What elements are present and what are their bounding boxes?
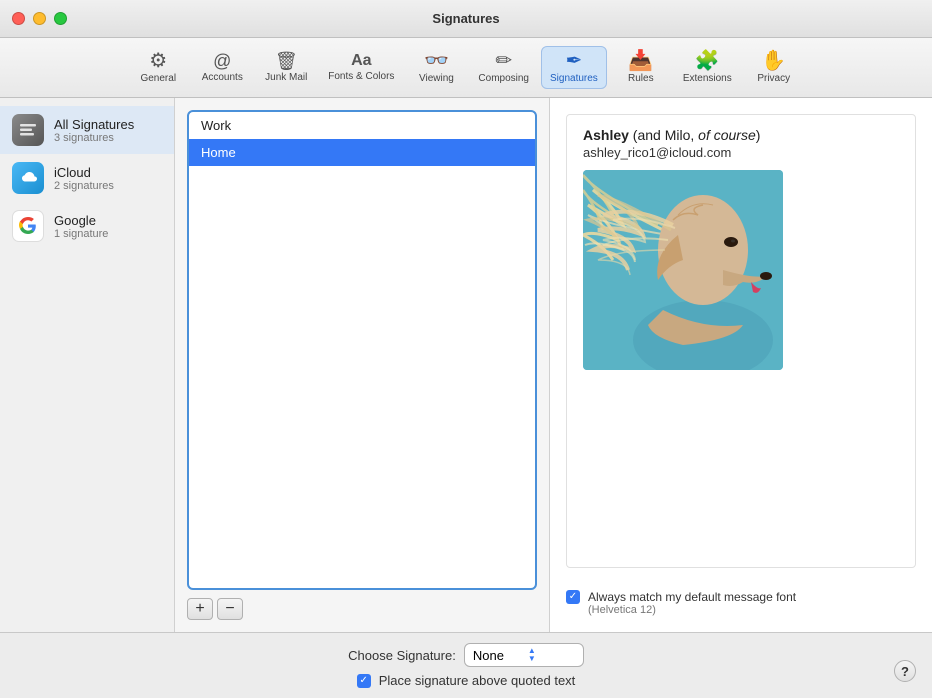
toolbar-composing[interactable]: ✏ Composing — [470, 47, 537, 88]
toolbar-general[interactable]: ⚙ General — [128, 47, 188, 88]
signature-preview: Ashley (and Milo, of course) ashley_rico… — [566, 114, 916, 568]
icloud-icon — [12, 162, 44, 194]
toolbar-junk-mail[interactable]: 🗑 Junk Mail — [256, 48, 316, 87]
icloud-text: iCloud 2 signatures — [54, 165, 114, 192]
rules-label: Rules — [628, 73, 654, 84]
window-buttons — [12, 12, 67, 25]
sidebar: All Signatures 3 signatures iCloud 2 sig… — [0, 98, 175, 632]
help-button[interactable]: ? — [894, 660, 916, 682]
choose-sig-select[interactable]: None ▲ ▼ — [464, 643, 584, 667]
toolbar-signatures[interactable]: ✒ Signatures — [541, 46, 607, 89]
place-sig-label: Place signature above quoted text — [379, 673, 576, 688]
title-bar: Signatures — [0, 0, 932, 38]
fonts-colors-label: Fonts & Colors — [328, 71, 394, 82]
privacy-label: Privacy — [757, 73, 790, 84]
extensions-icon: 🧩 — [695, 51, 720, 71]
signature-name-suffix: (and Milo, — [629, 127, 698, 143]
signatures-label: Signatures — [550, 73, 598, 84]
sig-list: Work Home — [187, 110, 537, 590]
preview-area: Ashley (and Milo, of course) ashley_rico… — [550, 98, 932, 632]
choose-sig-label: Choose Signature: — [348, 648, 456, 663]
junk-mail-icon: 🗑 — [275, 52, 298, 70]
google-count: 1 signature — [54, 228, 108, 240]
choose-sig-value: None — [473, 648, 504, 663]
bottom-bar: Choose Signature: None ▲ ▼ ✓ Place signa… — [0, 632, 932, 698]
signature-image — [583, 170, 783, 370]
sig-item-home[interactable]: Home — [189, 139, 535, 166]
general-icon: ⚙ — [149, 51, 167, 71]
checkmark-icon: ✓ — [569, 592, 577, 602]
signature-name-line: Ashley (and Milo, of course) — [583, 127, 899, 143]
window-title: Signatures — [432, 11, 499, 26]
bottom-bar-wrapper: Choose Signature: None ▲ ▼ ✓ Place signa… — [0, 632, 932, 698]
rules-icon: 📥 — [628, 51, 653, 71]
font-match-row: ✓ Always match my default message font — [566, 590, 916, 604]
close-button[interactable] — [12, 12, 25, 25]
remove-signature-button[interactable]: − — [217, 598, 243, 620]
place-sig-row: ✓ Place signature above quoted text — [357, 673, 576, 688]
sidebar-item-icloud[interactable]: iCloud 2 signatures — [0, 154, 174, 202]
sidebar-item-all-signatures[interactable]: All Signatures 3 signatures — [0, 106, 174, 154]
privacy-icon: ✋ — [761, 51, 786, 71]
composing-label: Composing — [478, 73, 529, 84]
select-arrows-icon: ▲ ▼ — [528, 647, 536, 663]
accounts-icon: @ — [213, 52, 231, 70]
viewing-icon: 👓 — [424, 51, 449, 71]
font-match-checkbox[interactable]: ✓ — [566, 590, 580, 604]
place-sig-checkmark-icon: ✓ — [360, 676, 368, 686]
icloud-count: 2 signatures — [54, 180, 114, 192]
toolbar: ⚙ General @ Accounts 🗑 Junk Mail Aa Font… — [0, 38, 932, 98]
google-text: Google 1 signature — [54, 213, 108, 240]
toolbar-rules[interactable]: 📥 Rules — [611, 47, 671, 88]
sig-list-actions: + − — [187, 598, 537, 620]
composing-icon: ✏ — [495, 51, 512, 71]
google-name: Google — [54, 213, 108, 228]
sidebar-item-google[interactable]: Google 1 signature — [0, 202, 174, 250]
signature-name-bold: Ashley — [583, 127, 629, 143]
signature-name-italic: of course — [698, 127, 756, 143]
font-match-label: Always match my default message font — [588, 590, 796, 604]
minimize-button[interactable] — [33, 12, 46, 25]
place-sig-checkbox[interactable]: ✓ — [357, 674, 371, 688]
choose-sig-row: Choose Signature: None ▲ ▼ — [348, 643, 584, 667]
fonts-colors-icon: Aa — [351, 53, 371, 69]
add-signature-button[interactable]: + — [187, 598, 213, 620]
accounts-label: Accounts — [202, 72, 243, 83]
google-icon — [12, 210, 44, 242]
maximize-button[interactable] — [54, 12, 67, 25]
all-signatures-text: All Signatures 3 signatures — [54, 117, 134, 144]
main-content: All Signatures 3 signatures iCloud 2 sig… — [0, 98, 932, 632]
signature-name-close: ) — [756, 127, 761, 143]
toolbar-extensions[interactable]: 🧩 Extensions — [675, 47, 740, 88]
icloud-name: iCloud — [54, 165, 114, 180]
toolbar-fonts-colors[interactable]: Aa Fonts & Colors — [320, 49, 402, 86]
signature-email: ashley_rico1@icloud.com — [583, 145, 899, 160]
toolbar-accounts[interactable]: @ Accounts — [192, 48, 252, 87]
viewing-label: Viewing — [419, 73, 454, 84]
extensions-label: Extensions — [683, 73, 732, 84]
all-signatures-icon — [12, 114, 44, 146]
junk-mail-label: Junk Mail — [265, 72, 307, 83]
signatures-area: Work Home + − — [175, 98, 550, 632]
toolbar-viewing[interactable]: 👓 Viewing — [406, 47, 466, 88]
sig-item-work[interactable]: Work — [189, 112, 535, 139]
signatures-icon: ✒ — [566, 51, 583, 71]
all-signatures-name: All Signatures — [54, 117, 134, 132]
all-signatures-count: 3 signatures — [54, 132, 134, 144]
toolbar-privacy[interactable]: ✋ Privacy — [744, 47, 804, 88]
general-label: General — [140, 73, 176, 84]
font-match-sub: (Helvetica 12) — [588, 604, 916, 616]
